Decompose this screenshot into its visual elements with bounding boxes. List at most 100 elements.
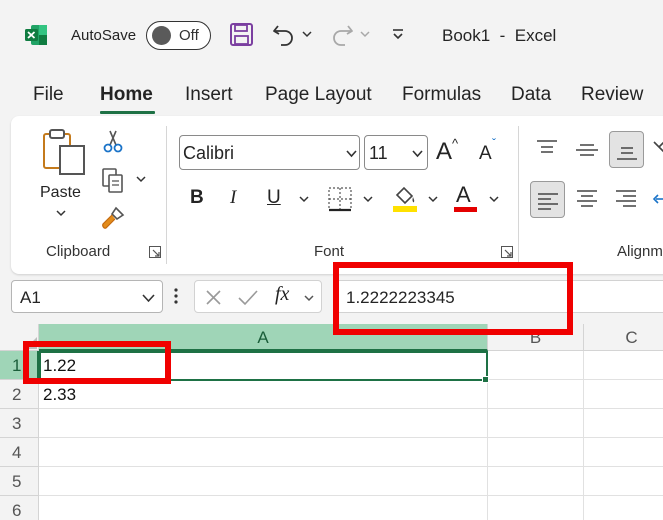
orientation-icon[interactable] (652, 138, 663, 160)
font-color-swatch (454, 207, 477, 212)
align-center-icon[interactable] (576, 188, 598, 210)
fill-color-bucket-icon[interactable] (392, 184, 418, 212)
tab-review[interactable]: Review (581, 84, 643, 106)
name-box[interactable]: A1 (11, 280, 163, 313)
tab-data[interactable]: Data (511, 84, 551, 106)
group-label-alignment: Alignm (617, 243, 663, 260)
cell-b6[interactable] (488, 496, 584, 520)
cell-c6[interactable] (584, 496, 663, 520)
fill-handle[interactable] (482, 376, 489, 383)
autosave-label: AutoSave (71, 27, 137, 44)
cell-b1[interactable] (488, 351, 584, 380)
middle-align-icon[interactable] (575, 138, 599, 162)
excel-logo-icon[interactable] (24, 23, 48, 47)
font-size-value: 11 (369, 143, 388, 163)
cell-b3[interactable] (488, 409, 584, 438)
cell-c2[interactable] (584, 380, 663, 409)
annotation-box-cell (23, 341, 171, 384)
chevron-down-icon[interactable] (142, 293, 155, 303)
align-right-icon[interactable] (615, 188, 637, 210)
row-header-3[interactable]: 3 (0, 409, 39, 438)
tab-formulas[interactable]: Formulas (402, 84, 481, 106)
name-box-value: A1 (20, 288, 41, 307)
column-header-c[interactable]: C (584, 324, 663, 351)
clipboard-dialog-launcher-icon[interactable] (149, 246, 161, 258)
formula-bar-grip-icon[interactable] (173, 286, 179, 306)
save-icon[interactable] (229, 22, 254, 47)
ribbon-divider (518, 126, 519, 264)
tab-home[interactable]: Home (100, 84, 153, 106)
row-header-2[interactable]: 2 (0, 380, 39, 409)
tab-insert[interactable]: Insert (185, 84, 233, 106)
italic-button[interactable]: I (230, 187, 236, 209)
font-color-dropdown-icon[interactable] (488, 194, 500, 204)
ribbon-divider (166, 126, 167, 264)
cut-scissors-icon[interactable] (101, 129, 125, 153)
align-left-icon (537, 190, 559, 212)
decrease-indent-icon[interactable] (652, 188, 663, 210)
cancel-icon[interactable] (205, 289, 222, 306)
cell-b2[interactable] (488, 380, 584, 409)
group-label-font: Font (314, 243, 345, 260)
fill-color-dropdown-icon[interactable] (427, 194, 439, 204)
annotation-box-formula (333, 262, 573, 335)
font-size-select[interactable]: 11 (364, 135, 428, 170)
redo-icon[interactable] (330, 22, 354, 46)
cell-c1[interactable] (584, 351, 663, 380)
customize-quick-access-icon[interactable] (391, 26, 405, 42)
increase-font-size-icon[interactable]: A (436, 138, 452, 166)
caret-up-icon: ^ (452, 136, 459, 151)
underline-button[interactable]: U (267, 187, 281, 209)
paste-label[interactable]: Paste (40, 184, 81, 202)
cell-a3[interactable] (39, 409, 488, 438)
chevron-down-icon[interactable] (303, 293, 315, 303)
insert-function-icon[interactable]: fx (275, 283, 289, 306)
group-label-clipboard: Clipboard (46, 243, 111, 260)
cell-a6[interactable] (39, 496, 488, 520)
font-dialog-launcher-icon[interactable] (501, 246, 513, 258)
bottom-align-button[interactable] (609, 131, 644, 168)
autosave-toggle[interactable]: Off (146, 21, 211, 50)
active-tab-indicator (100, 111, 155, 114)
toggle-knob (152, 26, 171, 45)
font-name-select[interactable]: Calibri (179, 135, 360, 170)
copy-icon[interactable] (100, 167, 126, 193)
font-name-value: Calibri (183, 143, 235, 163)
decrease-font-size-icon[interactable]: A (479, 143, 492, 165)
paste-dropdown-icon[interactable] (55, 208, 67, 218)
cell-c5[interactable] (584, 467, 663, 496)
cell-a4[interactable] (39, 438, 488, 467)
underline-dropdown-icon[interactable] (298, 194, 310, 204)
cell-a2[interactable]: 2.33 (39, 380, 488, 409)
enter-check-icon[interactable] (238, 289, 258, 306)
font-color-icon[interactable]: A (456, 182, 471, 208)
tab-file[interactable]: File (33, 84, 64, 106)
bottom-align-icon (616, 140, 638, 162)
cell-b4[interactable] (488, 438, 584, 467)
row-header-5[interactable]: 5 (0, 467, 39, 496)
row-header-4[interactable]: 4 (0, 438, 39, 467)
cell-a5[interactable] (39, 467, 488, 496)
formula-bar-buttons: fx (194, 280, 322, 313)
caret-down-icon: ˇ (492, 136, 496, 150)
borders-dropdown-icon[interactable] (362, 194, 374, 204)
bold-button[interactable]: B (190, 187, 204, 209)
paste-icon[interactable] (40, 128, 88, 176)
undo-dropdown-icon[interactable] (300, 27, 314, 41)
align-left-button[interactable] (530, 181, 565, 218)
borders-icon[interactable] (327, 186, 353, 212)
copy-dropdown-icon[interactable] (135, 174, 147, 184)
top-align-icon[interactable] (536, 138, 558, 160)
window-title: Book1 - Excel (442, 26, 557, 45)
autosave-state: Off (179, 27, 199, 44)
chevron-down-icon (346, 149, 357, 158)
format-painter-brush-icon[interactable] (100, 205, 126, 231)
cell-c3[interactable] (584, 409, 663, 438)
cell-b5[interactable] (488, 467, 584, 496)
chevron-down-icon (412, 149, 423, 158)
undo-icon[interactable] (272, 22, 296, 46)
row-header-6[interactable]: 6 (0, 496, 39, 520)
tab-page-layout[interactable]: Page Layout (265, 84, 372, 106)
cell-c4[interactable] (584, 438, 663, 467)
redo-dropdown-icon[interactable] (358, 27, 372, 41)
